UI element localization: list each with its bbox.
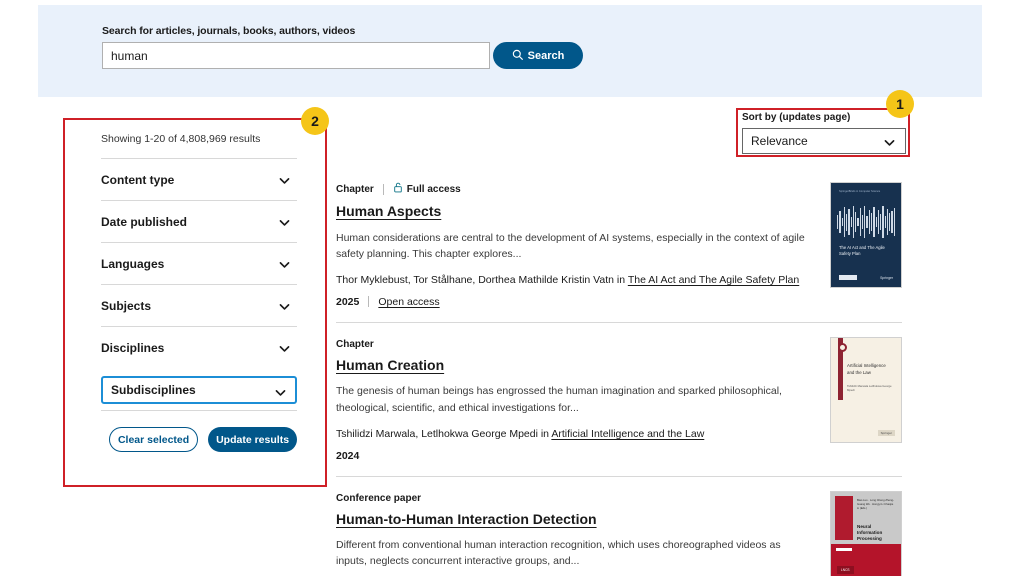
cover-block — [835, 495, 853, 540]
access-label: Full access — [406, 183, 461, 195]
cover-title: The AI Act and The Agile Safety Plan — [839, 245, 885, 257]
facet-subdisciplines[interactable]: Subdisciplines — [101, 376, 297, 404]
open-access-link[interactable]: Open access — [378, 296, 439, 308]
result-meta: Chapter Full access — [336, 182, 808, 196]
cover-title: Neural Information Processing — [857, 523, 883, 541]
search-results-page: Search for articles, journals, books, au… — [0, 0, 1024, 576]
facet-label: Subjects — [101, 298, 152, 313]
facet-actions: Clear selected Update results — [101, 427, 297, 452]
cover-publisher: Springer — [880, 275, 893, 280]
result-snippet: The genesis of human beings has engrosse… — [336, 385, 782, 414]
meta-separator — [382, 183, 384, 195]
chevron-down-icon — [278, 216, 291, 232]
result-type: Chapter — [336, 338, 374, 350]
results-count: Showing 1-20 of 4,808,969 results — [101, 133, 261, 145]
search-button-label: Search — [527, 49, 565, 62]
cover-logo: LNCS — [837, 565, 854, 574]
search-input[interactable] — [102, 42, 490, 69]
sort-by-control: Sort by (updates page) Relevance — [742, 112, 906, 154]
cover-authors: Tshilidzi Marwala Letlhokwa George Mpedi — [847, 383, 892, 393]
result-title-link[interactable]: Human Creation — [336, 357, 808, 375]
filter-sidebar: Showing 1-20 of 4,808,969 results Conten… — [101, 133, 297, 452]
sort-by-dropdown[interactable]: Relevance — [742, 128, 906, 154]
facet-label: Date published — [101, 214, 188, 229]
result-title-link[interactable]: Human Aspects — [336, 203, 808, 221]
clear-selected-button[interactable]: Clear selected — [109, 427, 199, 452]
result-authors: Tshilidzi Marwala, Letlhokwa George Mped… — [336, 427, 808, 443]
result-cover-image[interactable]: Artificial Intelligence and the Law Tshi… — [830, 336, 902, 443]
result-item: Conference paper Human-to-Human Interact… — [336, 475, 902, 576]
result-meta: Chapter — [336, 339, 808, 350]
chevron-down-icon — [278, 342, 291, 358]
facet-date-published[interactable]: Date published — [101, 200, 297, 242]
meta-separator — [368, 296, 370, 308]
result-cover-image[interactable]: SpringerBriefs in Computer Science The A… — [830, 182, 902, 288]
author-names: Thor Myklebust, Tor Stålhane, Dorthea Ma… — [336, 274, 628, 287]
result-content: Chapter Human Creation The genesis of hu… — [336, 339, 808, 462]
cover-series: SpringerBriefs in Computer Science — [839, 190, 881, 193]
sort-by-value: Relevance — [751, 134, 808, 148]
result-content: Chapter Full access Human Aspects Human — [336, 182, 808, 308]
search-icon — [512, 49, 523, 63]
result-item: Chapter Full access Human Aspects Human — [336, 168, 902, 322]
cover-authors: Biao Luo · Long Cheng Zheng-Guang Wu · H… — [857, 498, 894, 511]
search-label: Search for articles, journals, books, au… — [102, 25, 356, 37]
facet-subjects[interactable]: Subjects — [101, 284, 297, 326]
facet-label: Subdisciplines — [111, 383, 196, 397]
cover-publisher: Springer — [877, 429, 895, 436]
result-snippet: Human considerations are central to the … — [336, 231, 805, 260]
annotation-badge-2: 2 — [301, 107, 329, 135]
author-names: Tshilidzi Marwala, Letlhokwa George Mped… — [336, 427, 552, 440]
facet-content-type[interactable]: Content type — [101, 158, 297, 200]
result-cover-image[interactable]: Biao Luo · Long Cheng Zheng-Guang Wu · H… — [830, 490, 902, 576]
result-meta: Conference paper — [336, 493, 808, 504]
result-content: Conference paper Human-to-Human Interact… — [336, 493, 808, 576]
publication-link[interactable]: The AI Act and The Agile Safety Plan — [628, 274, 799, 286]
facet-label: Disciplines — [101, 340, 165, 355]
chevron-down-icon — [278, 258, 291, 274]
update-results-button[interactable]: Update results — [208, 427, 297, 452]
result-year-row: 2025 Open access — [336, 296, 808, 308]
facet-disciplines[interactable]: Disciplines — [101, 326, 297, 368]
results-list: Chapter Full access Human Aspects Human — [336, 168, 902, 576]
result-authors: Thor Myklebust, Tor Stålhane, Dorthea Ma… — [336, 273, 808, 289]
facet-label: Content type — [101, 172, 175, 187]
cover-footer: Springer — [839, 275, 893, 280]
access-tag: Full access — [393, 182, 461, 196]
sort-by-label: Sort by (updates page) — [742, 112, 851, 123]
cover-title: Artificial Intelligence and the Law — [847, 362, 886, 375]
publication-link[interactable]: Artificial Intelligence and the Law — [551, 428, 704, 440]
facet-divider — [101, 410, 297, 411]
facet-label: Languages — [101, 256, 165, 271]
unlock-icon — [393, 182, 403, 196]
result-year-row: 2024 — [336, 450, 808, 462]
result-type: Conference paper — [336, 492, 422, 504]
result-year: 2025 — [336, 295, 360, 308]
cover-graphic — [837, 205, 895, 239]
result-title-link[interactable]: Human-to-Human Interaction Detection — [336, 511, 808, 529]
chevron-down-icon — [278, 174, 291, 190]
cover-bar — [836, 547, 852, 551]
chevron-down-icon — [274, 386, 287, 402]
facet-languages[interactable]: Languages — [101, 242, 297, 284]
cover-knob — [838, 342, 847, 352]
result-item: Chapter Human Creation The genesis of hu… — [336, 321, 902, 476]
search-band: Search for articles, journals, books, au… — [38, 5, 982, 97]
result-year: 2024 — [336, 449, 360, 462]
chevron-down-icon — [883, 136, 896, 152]
result-snippet: Different from conventional human intera… — [336, 539, 781, 568]
chevron-down-icon — [278, 300, 291, 316]
result-type: Chapter — [336, 183, 374, 195]
search-button[interactable]: Search — [493, 42, 583, 69]
cover-chip — [839, 275, 857, 280]
annotation-badge-1: 1 — [886, 90, 914, 118]
